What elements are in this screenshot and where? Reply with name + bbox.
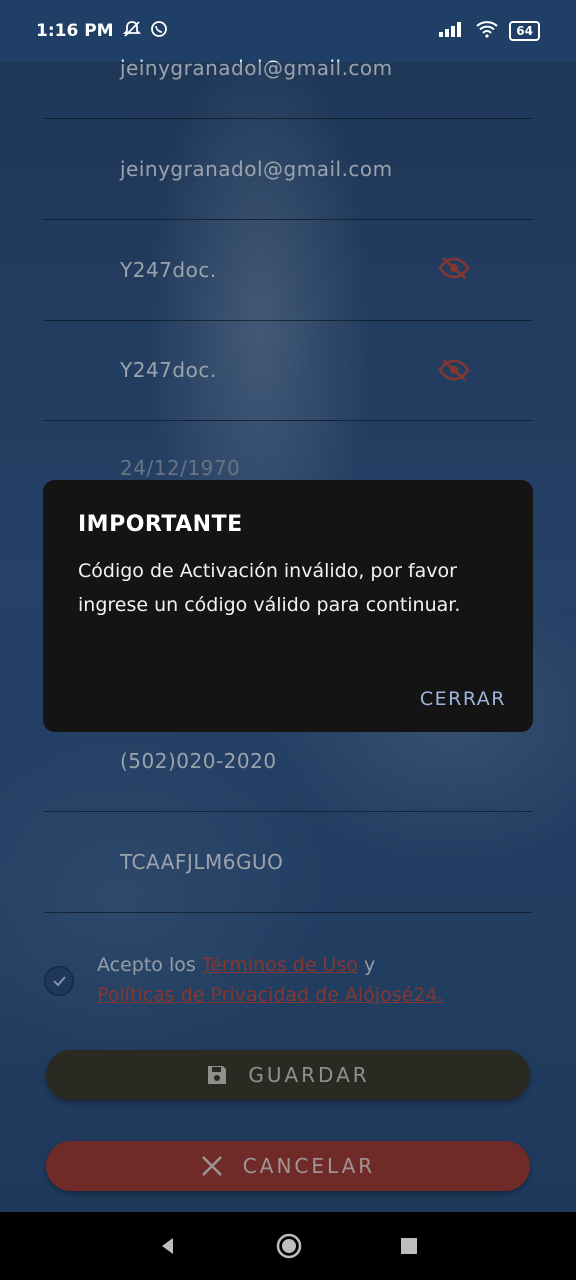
back-icon[interactable] [158,1236,178,1256]
home-icon[interactable] [275,1232,303,1260]
recents-icon[interactable] [400,1237,418,1255]
dialog-title: IMPORTANTE [78,512,243,537]
dialog-close-button[interactable]: CERRAR [420,688,506,710]
alert-dialog: IMPORTANTE Código de Activación inválido… [43,480,533,732]
system-nav-bar [0,1212,576,1280]
dialog-message: Código de Activación inválido, por favor… [78,560,461,616]
